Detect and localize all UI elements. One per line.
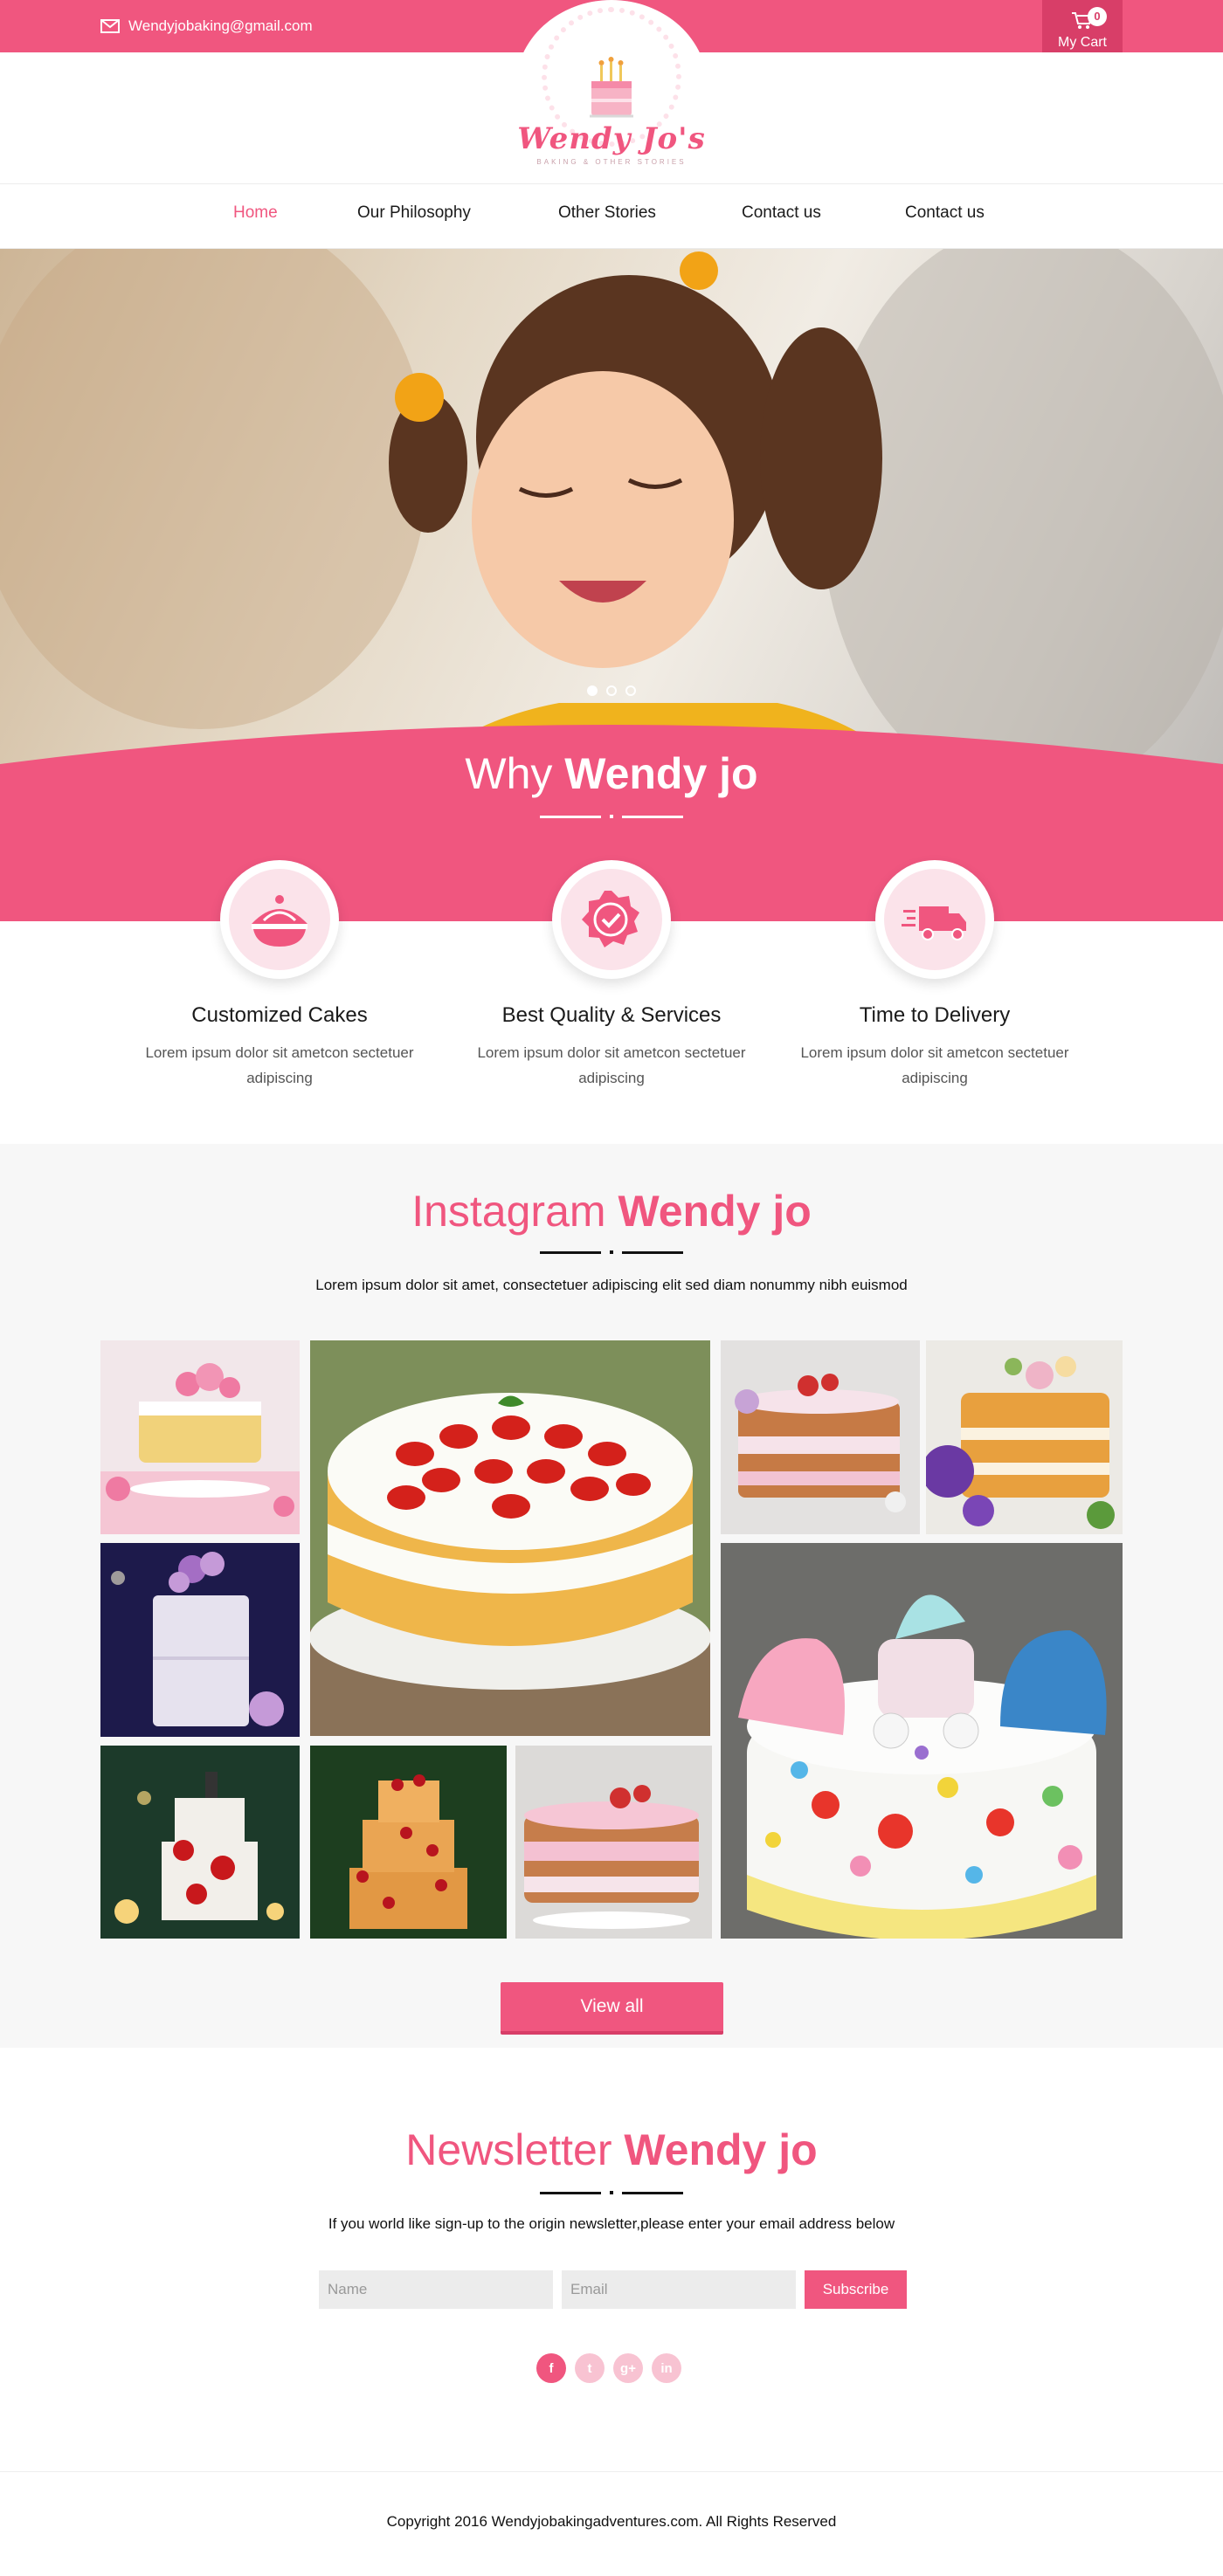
email-link[interactable]: Wendyjobaking@gmail.com xyxy=(100,17,313,35)
facebook-icon[interactable]: f xyxy=(536,2353,566,2383)
google-plus-icon[interactable]: g+ xyxy=(613,2353,643,2383)
feature-text: Lorem ipsum dolor sit ametcon sectetuer … xyxy=(800,1044,1069,1086)
instagram-photo-8[interactable] xyxy=(310,1746,507,1939)
nav-our-philosophy[interactable]: Our Philosophy xyxy=(357,203,471,223)
instagram-subtitle: Lorem ipsum dolor sit amet, consectetuer… xyxy=(315,1277,908,1293)
mail-icon xyxy=(100,19,120,33)
feature-best-quality: Best Quality & Services Lorem ipsum dolo… xyxy=(472,860,751,1091)
cake-icon xyxy=(252,895,307,947)
quality-badge-icon xyxy=(582,891,639,947)
copyright-text: Copyright 2016 Wendyjobakingadventures.c… xyxy=(386,2513,837,2530)
twitter-icon[interactable]: t xyxy=(575,2353,605,2383)
newsletter-subtitle: If you world like sign-up to the origin … xyxy=(328,2215,895,2232)
feature-time-to-delivery: Time to Delivery Lorem ipsum dolor sit a… xyxy=(795,860,1074,1091)
instagram-grid xyxy=(100,1340,1123,1939)
cart-label: My Cart xyxy=(1058,35,1107,50)
linkedin-icon[interactable]: in xyxy=(652,2353,681,2383)
instagram-photo-5[interactable] xyxy=(100,1543,300,1737)
instagram-photo-4[interactable] xyxy=(926,1340,1123,1534)
email-text: Wendyjobaking@gmail.com xyxy=(128,17,313,34)
instagram-photo-6[interactable] xyxy=(721,1543,1123,1939)
newsletter-section: Newsletter Wendy jo If you world like si… xyxy=(0,2048,1223,2471)
feature-text: Lorem ipsum dolor sit ametcon sectetuer … xyxy=(145,1044,414,1086)
instagram-divider xyxy=(0,1250,1223,1254)
slider-dots xyxy=(587,685,636,696)
newsletter-title: Newsletter Wendy jo xyxy=(405,2125,818,2174)
cart-count-badge: 0 xyxy=(1088,7,1107,26)
logo-tagline: BAKING & OTHER STORIES xyxy=(536,158,687,166)
view-all-button[interactable]: View all xyxy=(501,1982,723,2035)
instagram-photo-3[interactable] xyxy=(721,1340,920,1534)
feature-title: Customized Cakes xyxy=(191,1003,368,1027)
slider-dot-2[interactable] xyxy=(606,685,617,696)
why-title: Why Wendy jo xyxy=(465,749,758,798)
email-input[interactable] xyxy=(562,2270,796,2309)
features-section: Customized Cakes Lorem ipsum dolor sit a… xyxy=(0,860,1223,1144)
logo-cake-icon xyxy=(590,57,633,118)
instagram-photo-7[interactable] xyxy=(100,1746,300,1939)
newsletter-form: Subscribe xyxy=(319,2270,907,2309)
feature-text: Lorem ipsum dolor sit ametcon sectetuer … xyxy=(477,1044,746,1086)
instagram-title: Instagram Wendy jo xyxy=(411,1187,812,1236)
name-input[interactable] xyxy=(319,2270,553,2309)
subscribe-button[interactable]: Subscribe xyxy=(805,2270,907,2309)
footer: Copyright 2016 Wendyjobakingadventures.c… xyxy=(0,2471,1223,2572)
feature-title: Best Quality & Services xyxy=(501,1003,722,1027)
slider-dot-1[interactable] xyxy=(587,685,598,696)
newsletter-divider xyxy=(0,2191,1223,2194)
why-divider xyxy=(0,815,1223,818)
nav-contact-us-2[interactable]: Contact us xyxy=(905,203,985,223)
social-links: f t g+ in xyxy=(536,2353,681,2383)
feature-customized-cakes: Customized Cakes Lorem ipsum dolor sit a… xyxy=(140,860,419,1091)
instagram-photo-2[interactable] xyxy=(310,1340,710,1736)
slider-dot-3[interactable] xyxy=(625,685,636,696)
hero-slider: Why Wendy jo xyxy=(0,249,1223,921)
instagram-photo-9[interactable] xyxy=(515,1746,712,1939)
instagram-photo-1[interactable] xyxy=(100,1340,300,1534)
nav-home[interactable]: Home xyxy=(233,203,278,223)
delivery-truck-icon xyxy=(902,906,966,940)
logo-brand-text: Wendy Jo's xyxy=(517,121,706,156)
instagram-section: Instagram Wendy jo Lorem ipsum dolor sit… xyxy=(0,1144,1223,2097)
main-nav: Home Our Philosophy Other Stories Contac… xyxy=(0,183,1223,249)
feature-title: Time to Delivery xyxy=(859,1003,1011,1027)
nav-contact-us[interactable]: Contact us xyxy=(742,203,821,223)
header: Wendy Jo's BAKING & OTHER STORIES xyxy=(0,0,1223,183)
logo[interactable]: Wendy Jo's BAKING & OTHER STORIES xyxy=(515,0,708,175)
nav-other-stories[interactable]: Other Stories xyxy=(558,203,656,223)
